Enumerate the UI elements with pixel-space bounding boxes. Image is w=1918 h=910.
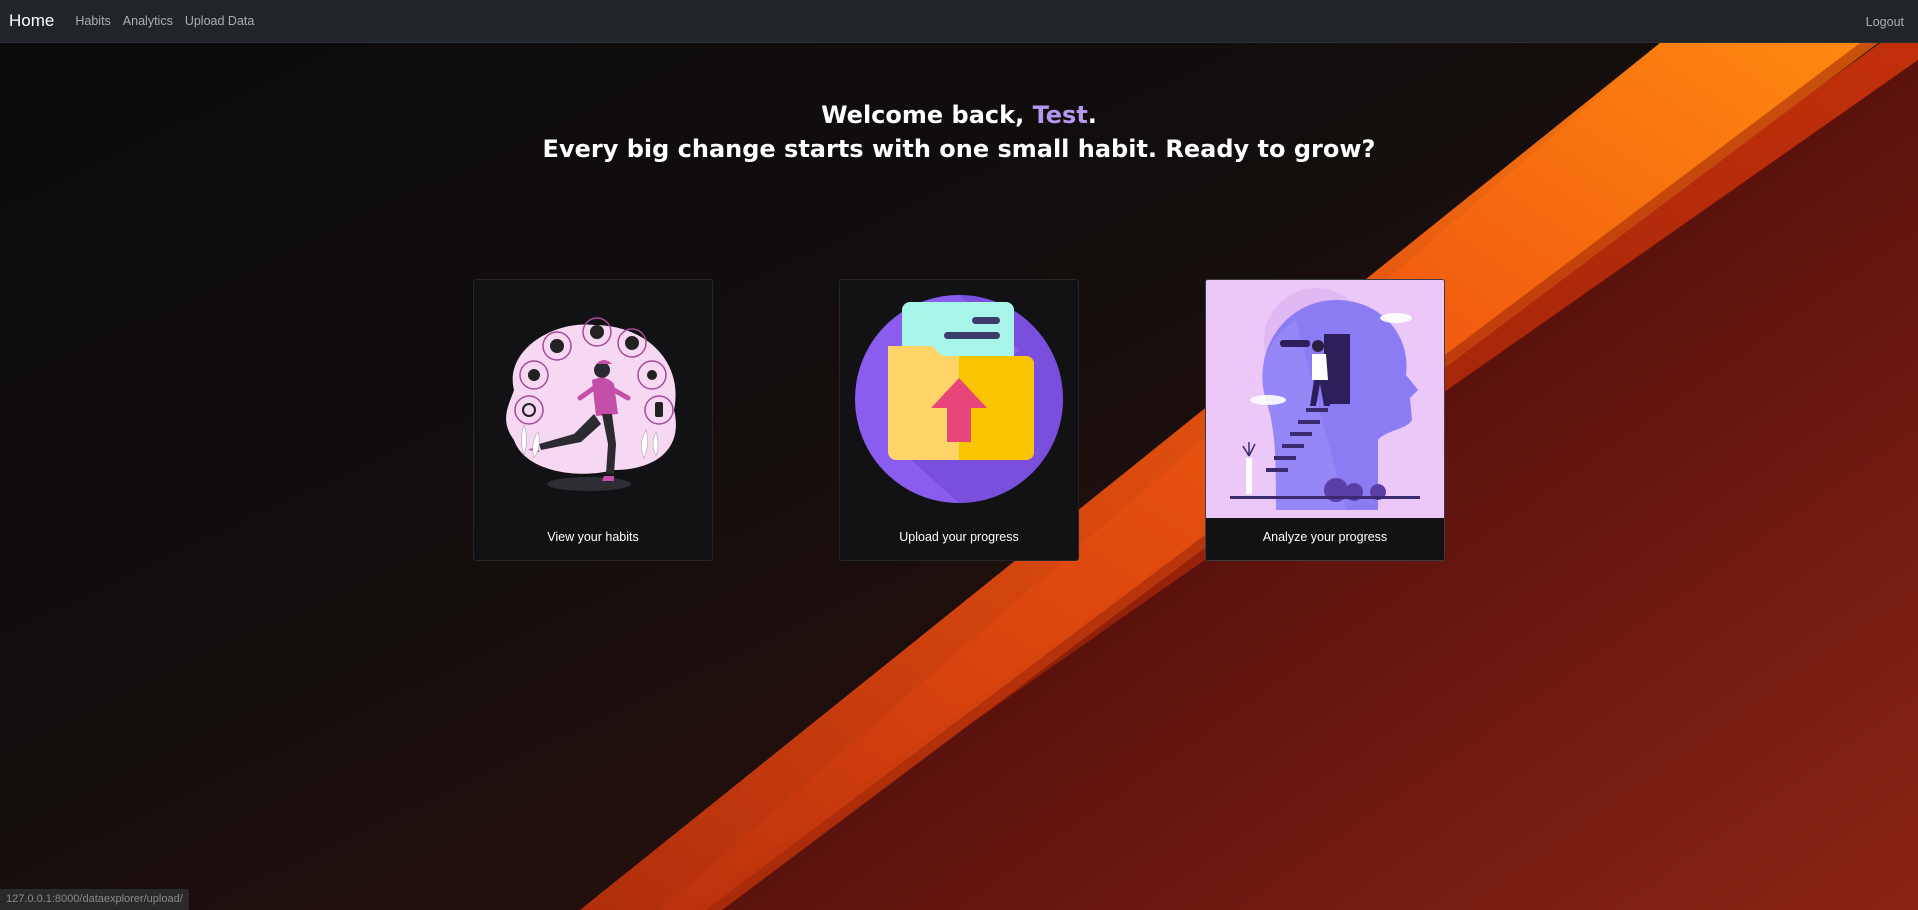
mind-staircase-icon xyxy=(1206,280,1444,518)
card-caption: Upload your progress xyxy=(899,530,1019,544)
greeting-line: Welcome back, Test. xyxy=(0,98,1918,132)
nav-habits-link[interactable]: Habits xyxy=(75,14,110,28)
greeting-suffix: . xyxy=(1087,101,1097,129)
top-navbar: Home Habits Analytics Upload Data Logout xyxy=(0,0,1918,43)
card-caption: Analyze your progress xyxy=(1262,530,1388,544)
username: Test xyxy=(1032,101,1088,129)
status-url: 127.0.0.1:8000/dataexplorer/upload/ xyxy=(0,889,189,910)
welcome-heading: Welcome back, Test. Every big change sta… xyxy=(0,98,1918,166)
upload-progress-card[interactable]: Upload your progress xyxy=(839,279,1079,561)
nav-upload-data-link[interactable]: Upload Data xyxy=(185,14,255,28)
view-habits-card[interactable]: View your habits xyxy=(473,279,713,561)
woman-running-icon xyxy=(506,317,676,491)
nav-home-link[interactable]: Home xyxy=(9,11,54,31)
nav-analytics-link[interactable]: Analytics xyxy=(123,14,173,28)
tagline: Every big change starts with one small h… xyxy=(542,135,1376,163)
analyze-progress-card[interactable]: Analyze your progress xyxy=(1205,279,1445,561)
greeting-prefix: Welcome back, xyxy=(821,101,1033,129)
card-caption: View your habits xyxy=(547,530,639,544)
folder-upload-icon xyxy=(855,295,1063,503)
logout-link[interactable]: Logout xyxy=(1866,15,1904,29)
